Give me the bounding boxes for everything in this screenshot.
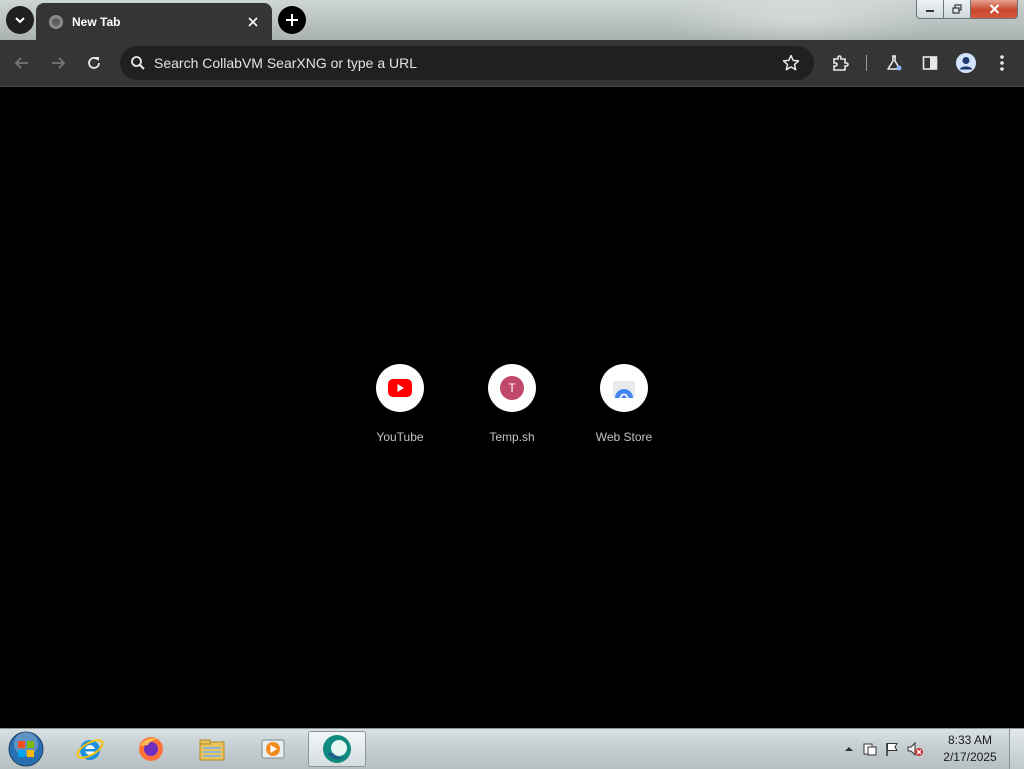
menu-button[interactable] [990,51,1014,75]
show-hidden-icons-icon[interactable] [842,742,856,756]
taskbar-media-player[interactable] [247,731,299,767]
side-panel-button[interactable] [918,51,942,75]
extensions-button[interactable] [828,51,852,75]
youtube-icon [388,379,412,397]
system-tray [842,729,924,769]
windows-orb-icon [8,731,44,767]
flag-icon[interactable] [884,741,900,757]
back-button[interactable] [10,51,34,75]
restore-button[interactable] [944,0,971,19]
taskbar-file-explorer[interactable] [186,731,238,767]
forward-button[interactable] [46,51,70,75]
system-clock[interactable]: 8:33 AM 2/17/2025 [938,732,1002,766]
tab-strip: New Tab [0,0,1024,40]
restore-icon [952,4,962,14]
shortcut-youtube[interactable]: YouTube [352,364,448,454]
bookmark-star-icon[interactable] [782,54,800,72]
clock-time: 8:33 AM [947,733,993,747]
start-button[interactable] [6,731,46,767]
firefox-icon [139,737,163,761]
profile-avatar-icon [956,53,976,73]
puzzle-icon [833,55,849,71]
clock-date: 2/17/2025 [943,750,997,764]
tab-search-button[interactable] [6,6,34,34]
internet-explorer-icon [76,739,104,760]
close-icon [989,4,999,14]
action-center-icon[interactable] [862,741,878,757]
forward-arrow-icon [52,57,66,69]
close-icon [248,16,258,27]
media-player-icon [261,739,285,759]
reload-icon [88,57,100,69]
reload-button[interactable] [82,51,106,75]
omnibox[interactable] [120,46,814,80]
labs-button[interactable] [882,51,906,75]
shortcut-label: YouTube [376,430,424,444]
new-tab-button[interactable] [278,6,306,34]
back-arrow-icon [14,57,28,69]
tab-close-button[interactable] [242,11,264,33]
side-panel-icon [922,56,938,70]
volume-muted-icon[interactable] [906,741,924,757]
search-icon [131,56,145,70]
globe-icon [49,14,63,29]
shortcut-tile [600,364,648,412]
chevron-down-icon [15,17,25,24]
more-vertical-icon [1000,55,1004,71]
browser-toolbar [0,40,1024,87]
window-controls [916,0,1018,19]
shortcut-web-store[interactable]: Web Store [576,364,672,454]
minimize-icon [926,10,934,12]
omnibox-input[interactable] [154,55,782,71]
edge-beta-icon [323,735,351,763]
taskbar-browser[interactable] [308,731,366,767]
taskbar-internet-explorer[interactable] [64,731,116,767]
letter-t-icon: T [500,376,524,400]
tab-title: New Tab [72,14,121,29]
minimize-button[interactable] [916,0,944,19]
shortcut-tile [376,364,424,412]
taskbar-firefox[interactable] [125,731,177,767]
windows-taskbar: 8:33 AM 2/17/2025 [0,728,1024,769]
show-desktop-button[interactable] [1009,729,1024,769]
flask-icon [887,55,902,71]
shortcut-label: Web Store [595,430,653,444]
shortcut-temp-sh[interactable]: T Temp.sh [464,364,560,454]
close-window-button[interactable] [971,0,1018,19]
profile-button[interactable] [954,51,978,75]
web-store-icon [613,381,635,398]
letter-t-text: T [508,381,516,395]
plus-icon [286,14,298,26]
toolbar-separator [866,55,867,71]
shortcut-tile: T [488,364,536,412]
tab-new-tab[interactable]: New Tab [36,3,272,40]
file-explorer-icon [199,739,225,761]
shortcut-label: Temp.sh [489,430,535,444]
